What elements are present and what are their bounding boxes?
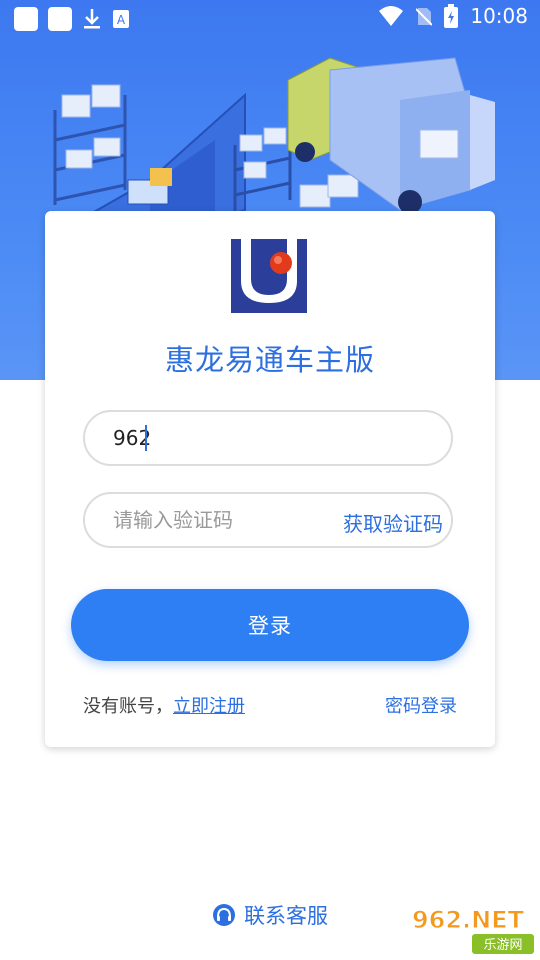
status-bar: A 10:08 [0,0,540,36]
text-caret [145,425,147,451]
watermark-logo: 962.NET 乐游网 [411,906,534,954]
app-title: 惠龙易通车主版 [164,343,375,377]
watermark-brand: 962.NET [412,906,525,934]
headset-icon [213,904,235,926]
text-a-icon: A [113,10,129,28]
svg-text:A: A [117,13,126,27]
code-field[interactable]: 获取验证码 [83,492,453,548]
notification-square-icon [14,7,38,31]
auth-links-row: 没有账号，立即注册 密码登录 [83,692,457,718]
download-icon [84,9,100,29]
phone-field[interactable] [83,410,453,466]
login-card: 惠龙易通车主版 获取验证码 登录 没有账号，立即注册 密码登录 [45,211,495,747]
status-time: 10:08 [470,4,528,28]
notification-square-icon [48,7,72,31]
no-account-text: 没有账号， [83,696,173,717]
battery-icon [444,4,459,28]
no-sim-icon [416,8,433,26]
password-login-link[interactable]: 密码登录 [385,692,457,718]
get-code-button[interactable]: 获取验证码 [343,508,443,537]
login-button[interactable]: 登录 [71,589,469,661]
watermark-sub: 乐游网 [483,938,522,953]
contact-support-label: 联系客服 [244,904,328,928]
register-link[interactable]: 立即注册 [173,696,245,717]
app-logo [231,239,307,313]
code-input[interactable] [113,508,333,532]
wifi-icon [379,6,404,26]
